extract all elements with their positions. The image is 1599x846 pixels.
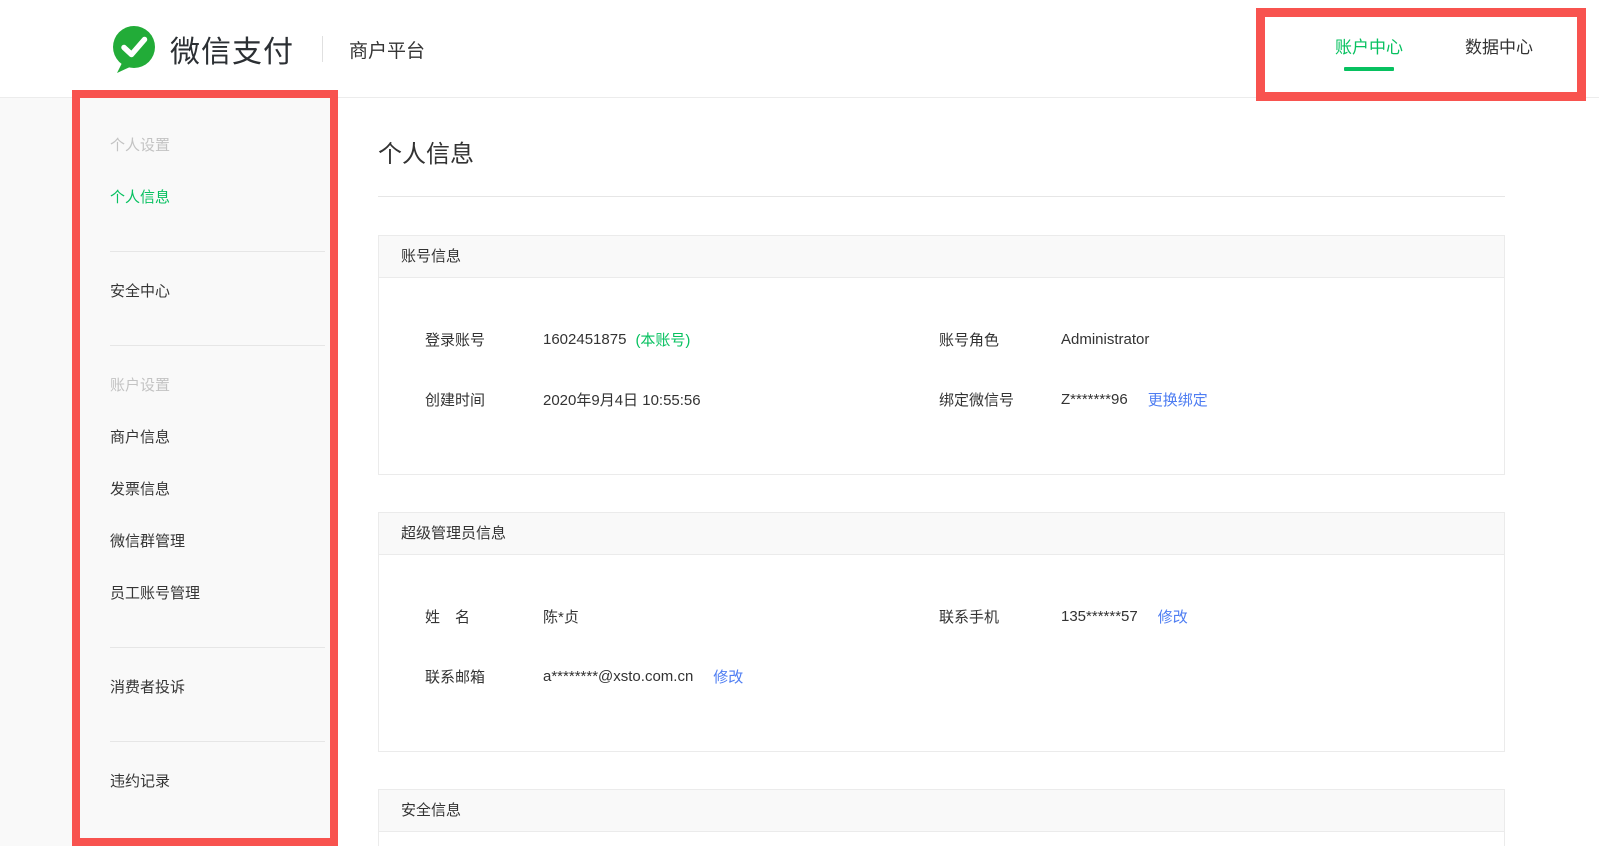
field-action-link[interactable]: 更换绑定 <box>1148 389 1208 410</box>
page: 微信支付 商户平台 账户中心 数据中心 个人设置 个人信息 安全中心 账户设置 商户信息发… <box>0 0 1599 846</box>
brand[interactable]: 微信支付 商户平台 <box>110 0 425 98</box>
field-label: 姓 名 <box>425 608 471 626</box>
info-card-body <box>379 832 1504 846</box>
top-header: 微信支付 商户平台 账户中心 数据中心 <box>0 0 1599 98</box>
info-row: 登录账号 1602451875 (本账号) 账号角色 Administrator <box>379 314 1504 364</box>
info-field: 账号角色 Administrator <box>939 329 1149 350</box>
active-tab-underline <box>1344 67 1394 71</box>
field-label: 账号角色 <box>939 331 1000 349</box>
portal-title: 商户平台 <box>349 40 426 62</box>
sidebar-divider <box>110 345 325 346</box>
title-divider <box>378 196 1505 197</box>
top-nav: 账户中心 数据中心 <box>1335 33 1533 71</box>
sidebar-group-header: 账户设置 <box>110 377 171 394</box>
sidebar-item-link[interactable]: 发票信息 <box>0 464 333 516</box>
brand-separator <box>322 36 323 62</box>
info-row: 联系邮箱 a********@xsto.com.cn 修改 <box>379 651 1504 701</box>
field-label: 联系手机 <box>939 608 1000 626</box>
brand-title: 微信支付 <box>170 36 294 69</box>
sidebar-item-active[interactable]: 个人信息 <box>0 172 333 224</box>
sidebar-item-link[interactable]: 违约记录 <box>0 756 333 808</box>
sidebar-item-link[interactable]: 消费者投诉 <box>0 662 333 714</box>
info-field: 登录账号 1602451875 (本账号) <box>425 329 939 350</box>
wechat-pay-logo-icon <box>113 26 155 73</box>
sidebar-divider <box>110 647 325 648</box>
page-title: 个人信息 <box>378 141 474 168</box>
info-card-title: 安全信息 <box>379 790 1504 832</box>
field-label: 创建时间 <box>425 391 486 409</box>
info-card: 账号信息登录账号 1602451875 (本账号) 账号角色 Administrator… <box>378 235 1505 475</box>
sidebar-item-link[interactable]: 安全中心 <box>0 266 333 318</box>
sidebar-item-link[interactable]: 商户信息 <box>0 412 333 464</box>
info-field: 联系邮箱 a********@xsto.com.cn 修改 <box>425 666 939 687</box>
field-value: 陈*贞 <box>543 608 579 626</box>
field-label: 登录账号 <box>425 331 486 349</box>
info-row: 创建时间 2020年9月4日 10:55:56 绑定微信号 Z*******96 更换绑… <box>379 374 1504 424</box>
section-cards: 账号信息登录账号 1602451875 (本账号) 账号角色 Administrator… <box>378 235 1599 846</box>
info-card: 安全信息 <box>378 789 1505 846</box>
info-card-body: 登录账号 1602451875 (本账号) 账号角色 Administrator 创建时间… <box>379 278 1504 474</box>
info-field: 姓 名 陈*贞 <box>425 606 939 627</box>
main-content: 个人信息 账号信息登录账号 1602451875 (本账号) 账号角色 Administ… <box>333 98 1599 846</box>
sidebar-nav: 个人设置个人信息安全中心账户设置商户信息 发票信息 微信群管理 员工账号管理 消费者投诉… <box>0 98 333 846</box>
field-value: a********@xsto.com.cn <box>543 667 694 685</box>
sidebar-item-link[interactable]: 员工账号管理 <box>0 568 333 620</box>
info-card-title: 账号信息 <box>379 236 1504 278</box>
field-label: 联系邮箱 <box>425 668 486 686</box>
sidebar-item-link[interactable]: 微信群管理 <box>0 516 333 568</box>
info-field: 绑定微信号 Z*******96 更换绑定 <box>939 389 1208 410</box>
field-action-link[interactable]: 修改 <box>1158 606 1188 627</box>
sidebar-group-header: 个人设置 <box>110 137 171 154</box>
field-value: Z*******96 <box>1061 390 1128 408</box>
info-field: 创建时间 2020年9月4日 10:55:56 <box>425 389 939 410</box>
nav-tab-label: 数据中心 <box>1465 38 1533 57</box>
field-value: 1602451875 <box>543 330 627 348</box>
nav-tab-account-center[interactable]: 账户中心 <box>1335 33 1403 71</box>
field-value: 135******57 <box>1061 607 1138 625</box>
info-field: 联系手机 135******57 修改 <box>939 606 1188 627</box>
nav-tab-data-center[interactable]: 数据中心 <box>1465 33 1533 71</box>
field-label: 绑定微信号 <box>939 391 1015 409</box>
field-extra-tag: (本账号) <box>635 331 691 349</box>
field-action-link[interactable]: 修改 <box>713 666 743 687</box>
nav-tab-label: 账户中心 <box>1335 38 1403 57</box>
info-row: 姓 名 陈*贞 联系手机 135******57 修改 <box>379 591 1504 641</box>
sidebar-divider <box>110 741 325 742</box>
info-card-title: 超级管理员信息 <box>379 513 1504 555</box>
field-value: Administrator <box>1061 330 1150 348</box>
info-card-body: 姓 名陈*贞 联系手机 135******57 修改 联系邮箱 a********@xst… <box>379 555 1504 751</box>
info-card: 超级管理员信息姓 名陈*贞 联系手机 135******57 修改 联系邮箱 a*****… <box>378 512 1505 752</box>
field-value: 2020年9月4日 10:55:56 <box>543 391 701 409</box>
sidebar-divider <box>110 251 325 252</box>
